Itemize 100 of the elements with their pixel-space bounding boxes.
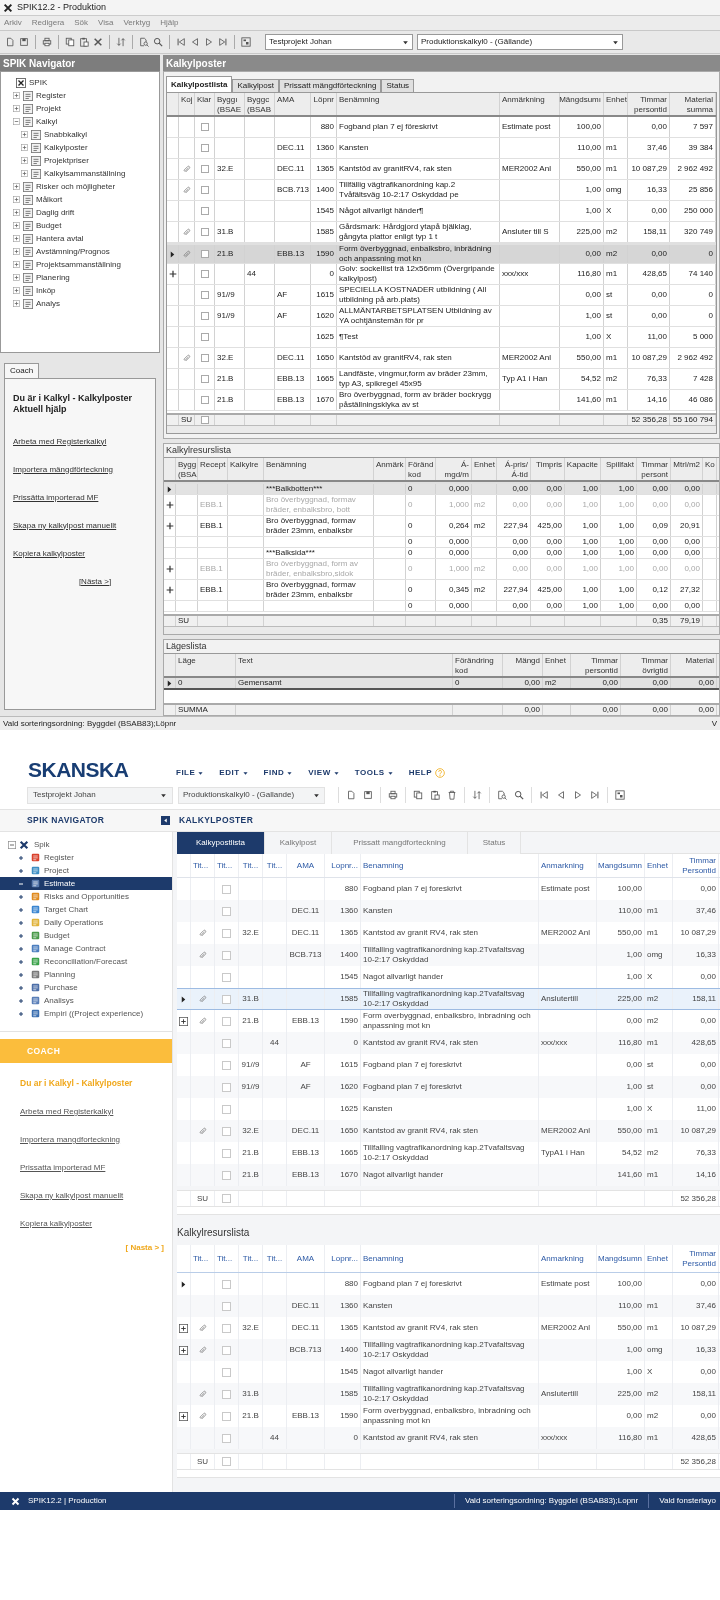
tree-item[interactable]: SPIK bbox=[1, 76, 159, 89]
tree-item[interactable]: Snabbkalkyl bbox=[1, 128, 159, 141]
checkbox[interactable] bbox=[222, 928, 231, 938]
column-header[interactable]: Tit... bbox=[239, 854, 263, 877]
column-header[interactable]: Föränd kod bbox=[406, 458, 436, 480]
triangle-left-icon[interactable] bbox=[190, 37, 200, 47]
checkbox[interactable] bbox=[222, 1060, 231, 1070]
checkbox[interactable] bbox=[200, 144, 209, 152]
search-icon[interactable] bbox=[514, 790, 524, 800]
menu-item[interactable]: TOOLS bbox=[354, 767, 393, 779]
horizontal-scrollbar[interactable] bbox=[177, 1470, 720, 1478]
column-header[interactable]: Tit... bbox=[215, 1245, 239, 1272]
table-row[interactable]: 1625 ¶Test 1,00 X 11,00 5 000 bbox=[167, 327, 716, 348]
plus-icon[interactable] bbox=[18, 906, 24, 913]
table-row[interactable]: 0 0,000 0,00 0,00 1,00 1,00 0,00 0,00 bbox=[164, 601, 719, 612]
checkbox[interactable] bbox=[222, 994, 231, 1004]
table-row[interactable]: 21.B EBB.13 1590 Form överbyggnad, enbalksbro, inbrädning och anpassning mot kn 0,00 m2 0,00 0 bbox=[167, 243, 716, 264]
tree-item[interactable]: Estimate bbox=[0, 877, 172, 890]
column-header[interactable]: Anmärkning bbox=[500, 93, 560, 115]
table-row[interactable]: 32.E DEC.11 1365 Kantstod av granit RV4, rak sten MER2002 Anl 550,00 m1 10 087,29 bbox=[177, 1317, 720, 1339]
printer-icon[interactable] bbox=[42, 37, 52, 47]
tree-item[interactable]: Register bbox=[1, 89, 159, 102]
table-row[interactable]: 32.E DEC.11 1650 Kantstöd av granitRV4, rak sten MER2002 Anl 550,00 m1 10 087,29 2 962 492 bbox=[167, 348, 716, 369]
table-row[interactable]: 880 Fogband plan 7 ej föreskrivt Estimate post 100,00 0,00 7 597 bbox=[167, 117, 716, 138]
checkbox[interactable] bbox=[222, 1279, 231, 1289]
checkbox[interactable] bbox=[200, 416, 209, 424]
plus-icon[interactable] bbox=[18, 971, 24, 978]
tree-item[interactable]: Spik bbox=[0, 838, 172, 851]
help-link[interactable]: Prissatta importerad MF bbox=[20, 1161, 106, 1174]
trash-icon[interactable] bbox=[447, 790, 457, 800]
column-header[interactable]: Á-pris/ Á-tid bbox=[497, 458, 531, 480]
tree-item[interactable]: Projektpriser bbox=[1, 154, 159, 167]
tree-item[interactable]: Avstämning/Prognos bbox=[1, 245, 159, 258]
plus-icon[interactable] bbox=[18, 867, 24, 874]
table-row[interactable]: 91//9 AF 1615 SPECIELLA KOSTNADER utbildning ( All utbildning på arb.plats) 0,00 st 0,00 0 bbox=[167, 285, 716, 306]
column-header[interactable]: Enhet bbox=[604, 93, 628, 115]
project-dropdown[interactable]: Testprojekt Johan bbox=[265, 34, 413, 50]
table-row[interactable]: 21.B EBB.13 1590 Form overbyggnad, enbalksbro, inbradning och anpassning mot kn 0,00 m2 0,00 bbox=[177, 1405, 720, 1427]
table-row[interactable]: 32.E DEC.11 1365 Kantstod av granit RV4, rak sten MER2002 Anl 550,00 m1 10 087,29 bbox=[177, 922, 720, 944]
tree-item[interactable]: Planering bbox=[1, 271, 159, 284]
column-header[interactable]: Material summa bbox=[670, 93, 716, 115]
table-row[interactable]: BCB.713 1400 Tillfalling vagtrafikanordning kap.2Tvafaltsvag 10-2:17 Oskyddad 1,00 omg 16,33 bbox=[177, 1339, 720, 1361]
checkbox[interactable] bbox=[200, 123, 209, 131]
checkbox[interactable] bbox=[222, 1411, 231, 1421]
plus-icon[interactable] bbox=[18, 1010, 24, 1017]
checkbox[interactable] bbox=[222, 1082, 231, 1092]
table-row[interactable]: 880 Fogband plan 7 ej foreskrivt Estimate post 100,00 0,00 bbox=[177, 1273, 720, 1295]
search-icon[interactable] bbox=[153, 37, 163, 47]
tree-item[interactable]: Budget bbox=[1, 219, 159, 232]
column-header[interactable]: Tit... bbox=[215, 854, 239, 877]
expand-icon[interactable] bbox=[179, 1411, 188, 1421]
table-row[interactable]: 91//9 AF 1620 ALLMÄNTARBETSPLATSEN Utbildning av YA ochtjänstemän för pr 1,00 st 0,00 0 bbox=[167, 306, 716, 327]
plus-icon[interactable] bbox=[18, 932, 24, 939]
help-link[interactable]: Kopiera kalkylposter bbox=[13, 547, 86, 560]
checkbox[interactable] bbox=[200, 207, 209, 215]
sort-icon[interactable] bbox=[116, 37, 126, 47]
tab[interactable]: Status bbox=[381, 79, 415, 92]
column-header[interactable]: Bygg (BSA bbox=[176, 458, 198, 480]
column-header[interactable]: Ko bbox=[703, 458, 717, 480]
column-header[interactable]: Enhet bbox=[645, 1245, 673, 1272]
tab[interactable]: Prissatt mängdförteckning bbox=[278, 79, 382, 92]
column-header[interactable]: AMA bbox=[287, 854, 325, 877]
checkbox[interactable] bbox=[200, 312, 209, 320]
column-header[interactable]: AMA bbox=[275, 93, 311, 115]
help-link[interactable]: Skapa ny kalkylpost manuellt bbox=[20, 1189, 124, 1202]
column-header[interactable]: Timmar Persontid bbox=[673, 854, 719, 877]
checkbox[interactable] bbox=[222, 1194, 231, 1203]
skip-first-icon[interactable] bbox=[176, 37, 186, 47]
tree-item[interactable]: Kalkylposter bbox=[1, 141, 159, 154]
sort-icon[interactable] bbox=[472, 790, 482, 800]
column-header[interactable]: Benamning bbox=[361, 854, 539, 877]
plus-icon[interactable] bbox=[18, 919, 24, 926]
menu-item[interactable]: FILE bbox=[176, 767, 204, 779]
column-header[interactable]: Mängdsumı bbox=[560, 93, 604, 115]
column-header[interactable]: Tit... bbox=[191, 1245, 215, 1272]
tree-item[interactable]: Register bbox=[0, 851, 172, 864]
checkbox[interactable] bbox=[222, 1038, 231, 1048]
checkbox[interactable] bbox=[222, 1389, 231, 1399]
layout-icon[interactable] bbox=[615, 790, 625, 800]
checkbox[interactable] bbox=[222, 1367, 231, 1377]
column-header[interactable]: Byggı (BSAE bbox=[215, 93, 245, 115]
checkbox[interactable] bbox=[222, 1104, 231, 1114]
page-magnifier-icon[interactable] bbox=[497, 790, 507, 800]
copy-icon[interactable] bbox=[65, 37, 75, 47]
table-row[interactable]: 31.B 1585 Gårdsmark: Hårdgjord ytapå bjälklag, gångyta plattor enligt typ 1 t Ansluter till S 225,00 m2 158,11 320 749 bbox=[167, 222, 716, 243]
table-row[interactable]: ***Balksida*** 0 0,000 0,00 0,00 1,00 1,00 0,00 0,00 bbox=[164, 548, 719, 559]
expand-icon[interactable] bbox=[179, 1323, 188, 1333]
table-row[interactable]: 21.B EBB.13 1670 Bro överbyggnad, form av bräder bockrygg påställningsklyka av st 141,60 m1 14,16 46 086 bbox=[167, 390, 716, 411]
new-page-icon[interactable] bbox=[5, 37, 15, 47]
help-link[interactable]: Kopiera kalkylposter bbox=[20, 1217, 93, 1230]
tree-item[interactable]: Hantera avtal bbox=[1, 232, 159, 245]
tree-item[interactable]: Empiri ((Project experience) bbox=[0, 1007, 172, 1020]
table-row[interactable]: 0 0,000 0,00 0,00 1,00 1,00 0,00 0,00 bbox=[164, 537, 719, 548]
table-row[interactable]: BCB.713 1400 Tillfällig vägtrafikanordning kap.2 Tvåfältsväg 10-2:17 Oskyddad pe 1,00 omg 16,33 25 856 bbox=[167, 180, 716, 201]
plus-icon[interactable] bbox=[18, 945, 24, 952]
clipboard-icon[interactable] bbox=[79, 37, 89, 47]
plus-icon[interactable] bbox=[18, 854, 24, 861]
column-header[interactable]: Tit... bbox=[263, 854, 287, 877]
tree-item[interactable]: Kalkyl bbox=[1, 115, 159, 128]
checkbox[interactable] bbox=[200, 354, 209, 362]
